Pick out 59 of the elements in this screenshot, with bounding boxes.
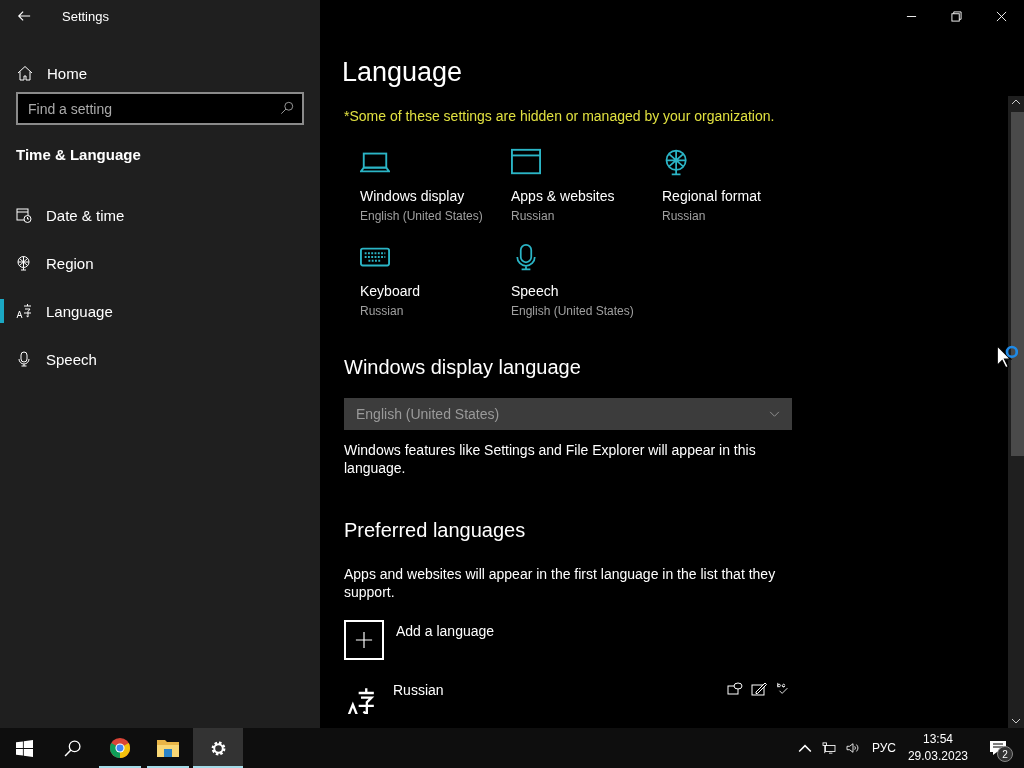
managed-notice: *Some of these settings are hidden or managed by your organization. [344,108,776,124]
window-title: Settings [62,8,109,24]
scrollbar[interactable] [1008,96,1024,728]
calendar-clock-icon [16,207,32,223]
clock-button[interactable]: 13:54 29.03.2023 [907,731,968,765]
page-title: Language [342,57,464,88]
notification-count: 2 [997,746,1013,762]
windows-logo-icon [15,739,33,757]
nav-item[interactable]: Language [0,287,320,335]
home-link[interactable]: Home [17,57,157,89]
chevron-down-icon [769,410,780,418]
browser-icon [108,737,132,759]
pen-icon [751,682,767,696]
language-icon [16,303,32,319]
tile-value: Russian [511,209,555,223]
nav-item[interactable]: Speech [0,335,320,383]
add-language-label[interactable]: Add a language [396,623,495,639]
section-heading: Time & Language [16,146,142,163]
nav-item[interactable]: Region [0,239,320,287]
tile-value: English (United States) [360,209,483,223]
scroll-up-icon[interactable] [1011,99,1021,105]
tile-label[interactable]: Apps & websites [511,188,615,204]
tile-value: Russian [360,304,404,318]
close-icon[interactable] [996,10,1007,22]
taskbar-button[interactable] [193,728,243,768]
input-language-indicator[interactable]: РУС [871,741,896,755]
tile-value: Russian [662,209,706,223]
speaker-icon[interactable] [845,742,860,754]
tile-label[interactable]: Windows display [360,188,465,204]
restore-icon[interactable] [951,10,962,22]
home-icon [17,65,33,81]
network-icon[interactable] [821,742,836,754]
globe-icon [16,255,32,271]
language-icon [347,686,375,714]
tile-label[interactable]: Keyboard [360,283,420,299]
search-icon [280,101,294,115]
tile-value: English (United States) [511,304,634,318]
search-field[interactable]: Find a setting [16,92,304,125]
language-name[interactable]: Russian [393,682,444,698]
gear-icon [209,739,227,757]
folder-icon [156,737,180,759]
speech-bubble-icon [727,682,743,696]
section-heading: Windows display language [344,356,582,379]
description-text: Apps and websites will appear in the first language in the list that they support. [344,565,777,601]
search-icon [63,739,81,757]
back-arrow-icon[interactable] [17,9,31,23]
section-heading: Preferred languages [344,519,527,542]
nav-item[interactable]: Date & time [0,191,320,239]
tile-label[interactable]: Regional format [662,188,761,204]
plus-icon [355,631,373,649]
chevron-up-icon[interactable] [797,742,812,754]
add-language-button[interactable] [344,620,384,660]
tile-label[interactable]: Speech [511,283,559,299]
microphone-icon [16,351,32,367]
spellcheck-icon [775,682,791,696]
scrollbar-thumb[interactable] [1011,112,1024,456]
browser-window-icon [511,148,541,176]
scroll-down-icon[interactable] [1011,718,1021,724]
description-text: Windows features like Settings and File Explorer will appear in this language. [344,441,757,477]
